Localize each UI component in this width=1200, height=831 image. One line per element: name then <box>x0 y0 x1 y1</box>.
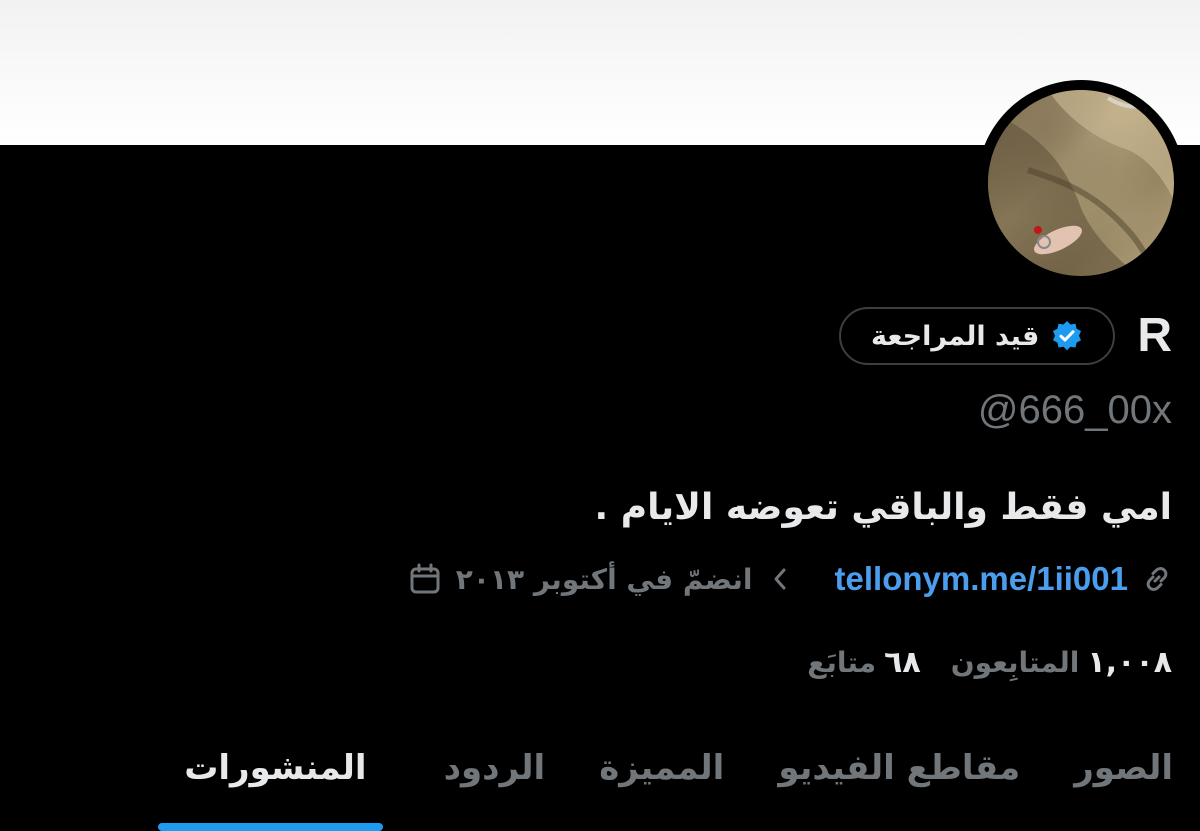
display-name: R <box>1137 309 1172 362</box>
profile-link[interactable]: tellonym.me/1ii001 <box>835 560 1128 598</box>
verification-status-button[interactable]: قيد المراجعة <box>839 307 1116 365</box>
bio-text: امي فقط والباقي تعوضه الايام . <box>594 487 1172 528</box>
profile-meta-row: tellonym.me/1ii001 انضمّ في أكتوبر ٢٠١٣ <box>408 557 1172 601</box>
tab-replies[interactable]: الردود <box>417 738 573 831</box>
followers-count: ١,٠٠٨ <box>1087 644 1172 680</box>
tab-highlights[interactable]: المميزة <box>572 738 751 831</box>
tab-photos[interactable]: الصور <box>1047 738 1200 831</box>
tab-label: المميزة <box>599 748 725 788</box>
tab-posts[interactable]: المنشورات <box>134 738 416 831</box>
tab-label: الصور <box>1074 748 1173 788</box>
chevron-icon[interactable] <box>771 566 789 592</box>
joined-date: انضمّ في أكتوبر ٢٠١٣ <box>455 562 753 596</box>
link-icon <box>1142 564 1172 594</box>
following-count: ٦٨ <box>884 644 921 680</box>
avatar-image <box>988 90 1174 276</box>
following-label: متابَع <box>807 645 877 679</box>
following-stat[interactable]: ٦٨ متابَع <box>807 645 921 680</box>
active-tab-indicator <box>158 823 383 831</box>
name-row: R قيد المراجعة <box>839 305 1172 367</box>
tab-videos[interactable]: مقاطع الفيديو <box>751 738 1047 831</box>
tab-label: مقاطع الفيديو <box>778 748 1021 788</box>
verification-label: قيد المراجعة <box>871 320 1040 352</box>
tab-label: المنشورات <box>184 748 367 788</box>
profile-tabs: المنشورات الردود المميزة مقاطع الفيديو ا… <box>134 738 1200 831</box>
verified-badge-icon <box>1053 321 1082 351</box>
followers-label: المتابِعون <box>950 645 1080 679</box>
avatar[interactable] <box>988 90 1174 276</box>
follow-stats: ٦٨ متابَع ١,٠٠٨ المتابِعون <box>807 640 1172 684</box>
calendar-icon <box>408 562 442 596</box>
tab-label: الردود <box>443 748 546 788</box>
followers-stat[interactable]: ١,٠٠٨ المتابِعون <box>951 645 1172 680</box>
username-handle: @666_00x <box>977 388 1172 432</box>
